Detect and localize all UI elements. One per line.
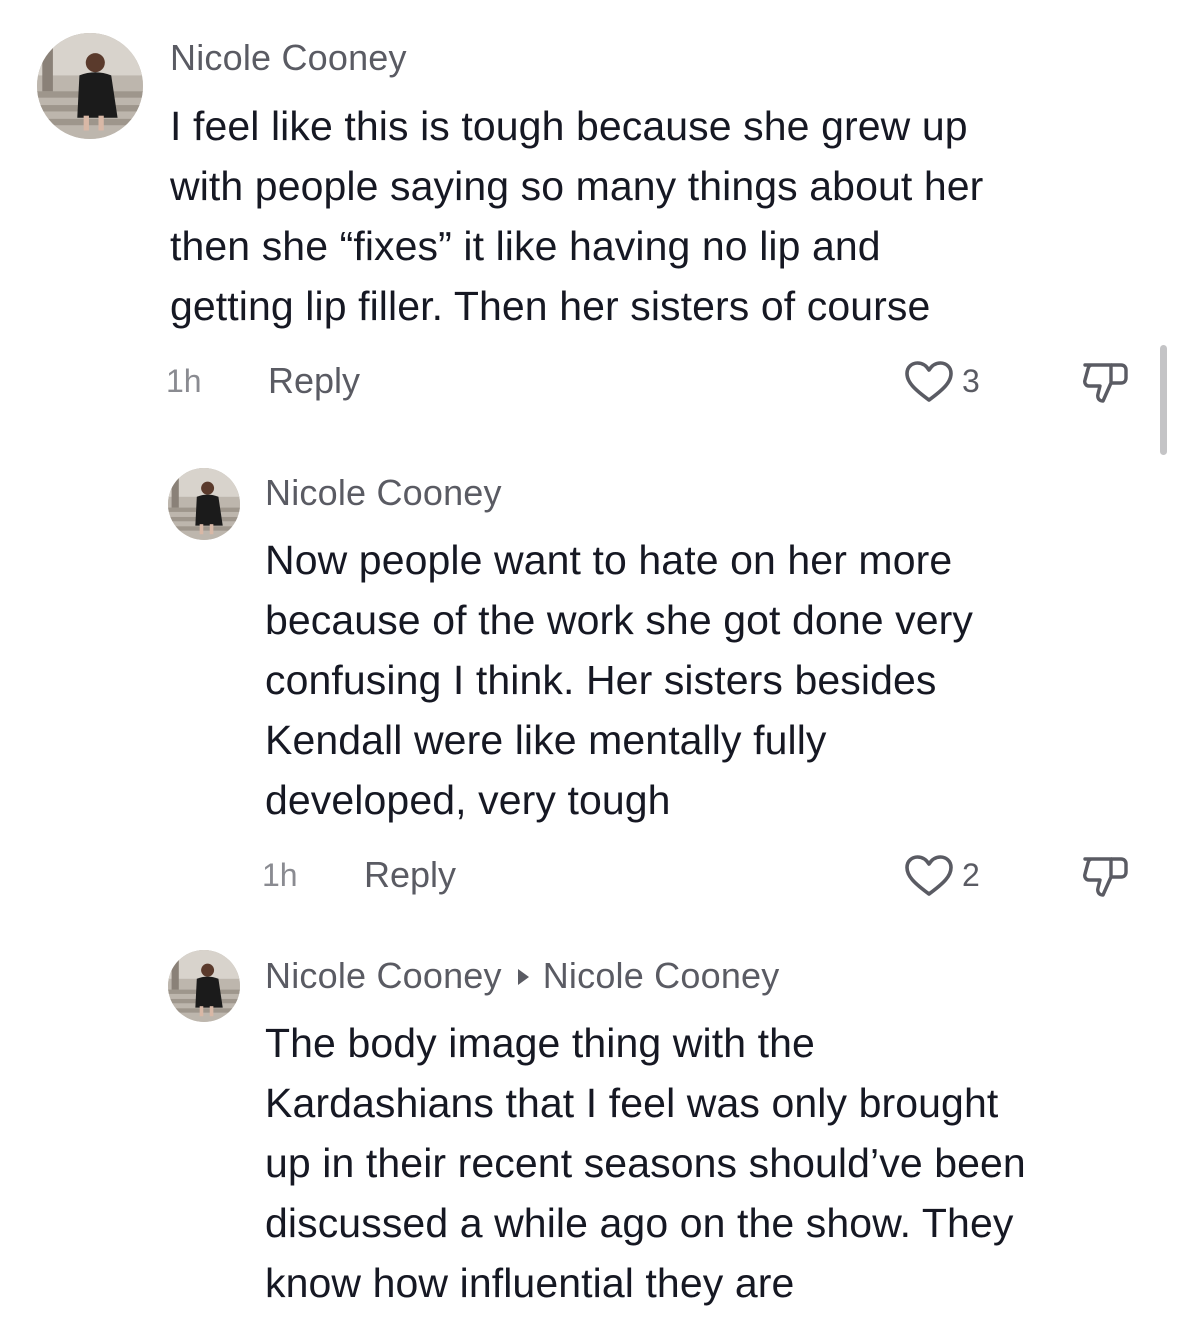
comment-author[interactable]: Nicole Cooney xyxy=(265,955,502,996)
scrollbar[interactable] xyxy=(1160,345,1167,455)
comment-line: with people saying so many things about … xyxy=(170,163,984,209)
comment-line: Kendall were like mentally fully xyxy=(265,717,827,763)
comment-line: then she “fixes” it like having no lip a… xyxy=(170,223,881,269)
comment-item: Nicole Cooney I feel like this is tough … xyxy=(0,0,1179,420)
avatar[interactable] xyxy=(168,950,240,1022)
comment-text: The body image thing with the Kardashian… xyxy=(265,1013,1026,1313)
comment-line: discussed a while ago on the show. They xyxy=(265,1200,1014,1246)
comment-time: 1h xyxy=(166,363,202,399)
avatar[interactable] xyxy=(37,33,143,139)
comment-line: getting lip filler. Then her sisters of … xyxy=(170,283,931,329)
reply-item: Nicole Cooney Nicole Cooney The body imag… xyxy=(0,922,1179,1325)
reply-arrow-icon xyxy=(517,968,529,985)
comment-line: developed, very tough xyxy=(265,777,671,823)
reply-button[interactable]: Reply xyxy=(364,853,456,897)
like-button[interactable] xyxy=(904,854,954,898)
comment-text: I feel like this is tough because she gr… xyxy=(170,96,983,336)
comment-time: 1h xyxy=(262,857,298,893)
like-count: 2 xyxy=(962,857,980,893)
comment-line: The body image thing with the xyxy=(265,1020,815,1066)
avatar-photo xyxy=(37,33,143,139)
thumbs-down-icon xyxy=(1083,363,1128,403)
comment-line: know how influential they are xyxy=(265,1260,795,1306)
comment-author[interactable]: Nicole Cooney xyxy=(265,473,502,513)
reply-to-author[interactable]: Nicole Cooney xyxy=(543,955,780,996)
heart-outline-icon xyxy=(905,855,953,896)
comment-line: confusing I think. Her sisters besides xyxy=(265,657,937,703)
comment-meta: 1h Reply 3 xyxy=(0,359,1179,403)
comment-line: because of the work she got done very xyxy=(265,597,973,643)
comment-meta: 1h Reply 2 xyxy=(0,853,1179,897)
like-button[interactable] xyxy=(904,360,954,404)
comment-line: I feel like this is tough because she gr… xyxy=(170,103,968,149)
avatar[interactable] xyxy=(168,468,240,540)
comment-text: Now people want to hate on her more beca… xyxy=(265,530,973,830)
reply-button[interactable]: Reply xyxy=(268,359,360,403)
dislike-button[interactable] xyxy=(1081,853,1133,899)
comments-panel: Nicole Cooney I feel like this is tough … xyxy=(0,0,1179,1325)
comment-author-row: Nicole Cooney Nicole Cooney xyxy=(265,956,779,996)
heart-outline-icon xyxy=(905,361,953,402)
avatar-photo xyxy=(168,950,240,1022)
comment-author[interactable]: Nicole Cooney xyxy=(170,38,407,78)
dislike-button[interactable] xyxy=(1081,359,1133,405)
thumbs-down-icon xyxy=(1083,857,1128,897)
reply-item: Nicole Cooney Now people want to hate on… xyxy=(0,440,1179,910)
comment-line: Kardashians that I feel was only brought xyxy=(265,1080,999,1126)
like-count: 3 xyxy=(962,363,980,399)
comment-line: Now people want to hate on her more xyxy=(265,537,953,583)
avatar-photo xyxy=(168,468,240,540)
comment-line: up in their recent seasons should’ve bee… xyxy=(265,1140,1026,1186)
